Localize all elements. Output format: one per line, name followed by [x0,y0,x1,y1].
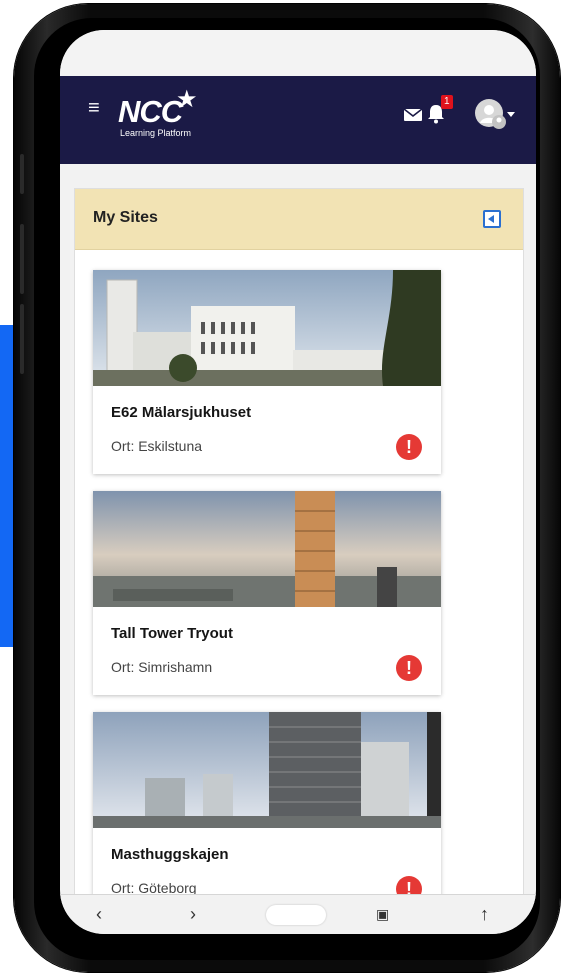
notification-badge: 1 [441,95,453,109]
phone-screen: ≡ NCC ★ Learning Platform 1 My Sites E62… [60,30,536,934]
phone-side-button [20,224,24,294]
site-image [93,712,441,828]
star-icon: ★ [176,86,198,113]
forward-icon[interactable]: › [190,905,196,923]
mail-icon[interactable] [402,104,424,124]
back-icon[interactable]: ‹ [96,905,102,923]
share-icon[interactable]: ↑ [480,905,489,923]
app-header: ≡ NCC ★ Learning Platform 1 [60,76,536,164]
site-card[interactable]: Masthuggskajen Ort: Göteborg ! [93,712,441,909]
collapse-sidebar-icon[interactable] [483,210,501,228]
my-sites-panel: My Sites E62 Mälarsjukhuset Ort: Eskilst… [74,188,524,910]
panel-header: My Sites [75,189,523,250]
site-card[interactable]: Tall Tower Tryout Ort: Simrishamn ! [93,491,441,695]
logo-subtitle: Learning Platform [120,128,192,138]
ncc-logo[interactable]: NCC ★ Learning Platform [118,88,238,142]
hamburger-icon[interactable]: ≡ [88,98,100,118]
site-image [93,270,441,386]
site-location: Ort: Eskilstuna [111,438,203,454]
site-image [93,491,441,607]
site-name: Tall Tower Tryout [111,625,233,642]
panel-title: My Sites [93,209,158,226]
tabs-icon[interactable]: ▣ [376,905,389,923]
logo-text: NCC [118,94,183,129]
site-name: Masthuggskajen [111,846,229,863]
status-bar [60,30,536,76]
phone-side-button [20,154,24,194]
site-card[interactable]: E62 Mälarsjukhuset Ort: Eskilstuna ! [93,270,441,474]
chevron-down-icon[interactable] [507,112,515,117]
alert-icon[interactable]: ! [396,655,422,681]
avatar-icon[interactable] [474,98,510,132]
alert-icon[interactable]: ! [396,434,422,460]
browser-toolbar: ‹ › ▣ ↑ [60,894,536,934]
home-pill[interactable] [266,905,326,925]
phone-side-button [20,304,24,374]
site-name: E62 Mälarsjukhuset [111,404,252,421]
site-location: Ort: Simrishamn [111,659,213,675]
